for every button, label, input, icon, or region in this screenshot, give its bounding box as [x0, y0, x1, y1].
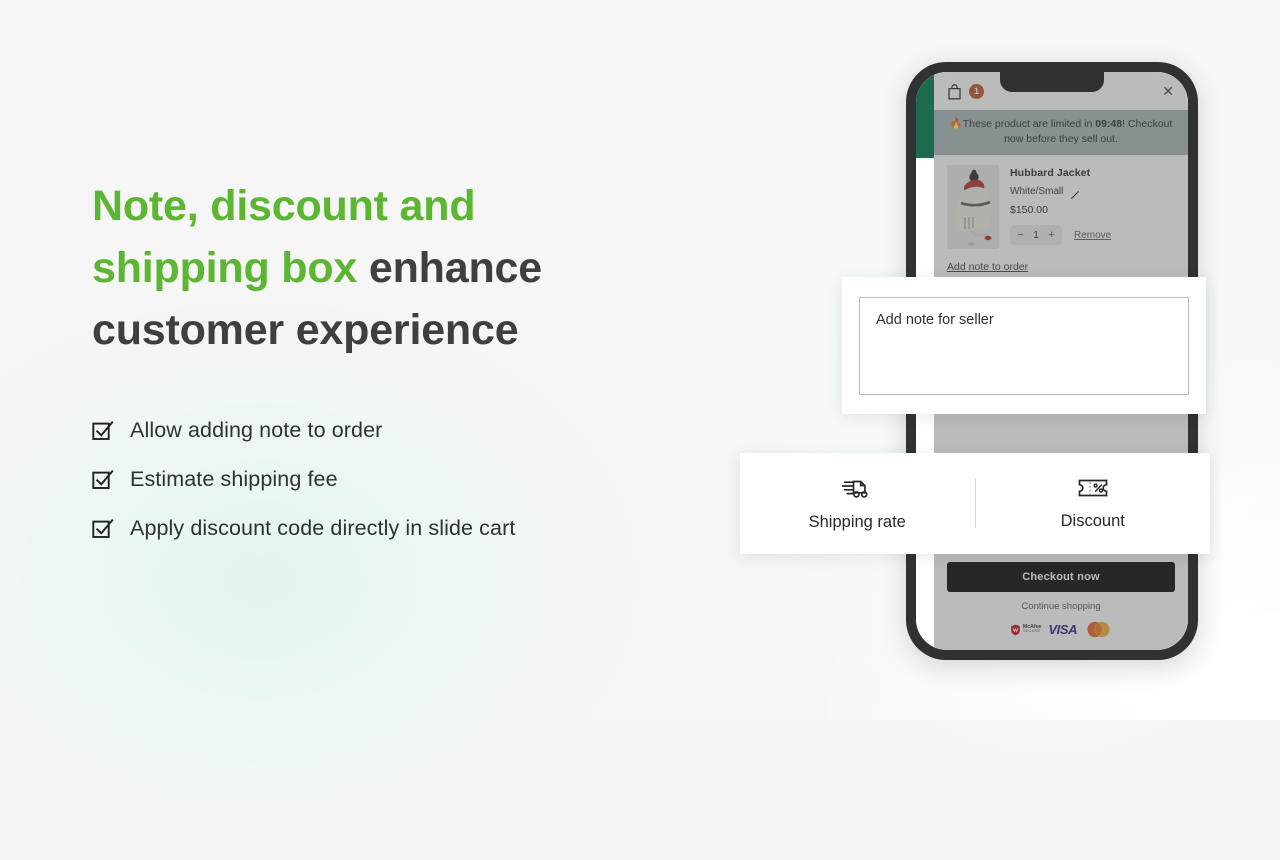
headline-highlight-line-2: shipping box: [92, 243, 358, 292]
page-title: Note, discount and shipping box enhance …: [92, 176, 692, 362]
discount-button[interactable]: Discount: [976, 453, 1211, 554]
list-item: Allow adding note to order: [92, 406, 692, 455]
shipping-discount-popup-card: Shipping rate Discount: [740, 453, 1210, 554]
headline-highlight-line-1: Note, discount and: [92, 182, 476, 230]
list-item-label: Estimate shipping fee: [130, 466, 338, 491]
feature-list: Allow adding note to order Estimate ship…: [92, 406, 692, 553]
coupon-percent-icon: [1077, 477, 1109, 499]
phone-notch: [1000, 72, 1104, 92]
list-item-label: Allow adding note to order: [130, 417, 383, 442]
store-page-accent-strip: [916, 72, 934, 158]
headline-rest-line-1: enhance: [368, 243, 542, 292]
checkbox-check-icon: [92, 469, 114, 491]
delivery-truck-icon: [840, 476, 874, 500]
list-item: Estimate shipping fee: [92, 455, 692, 504]
discount-label: Discount: [1060, 511, 1125, 530]
list-item: Apply discount code directly in slide ca…: [92, 504, 692, 553]
hero-text-column: Note, discount and shipping box enhance …: [92, 176, 692, 553]
checkbox-check-icon: [92, 518, 114, 540]
shipping-rate-label: Shipping rate: [808, 512, 906, 531]
note-placeholder-text: Add note for seller: [876, 311, 994, 328]
note-popup-card: Add note for seller: [842, 277, 1206, 414]
checkbox-check-icon: [92, 420, 114, 442]
shipping-rate-button[interactable]: Shipping rate: [740, 453, 975, 554]
list-item-label: Apply discount code directly in slide ca…: [130, 515, 516, 540]
note-textarea[interactable]: Add note for seller: [859, 296, 1189, 395]
headline-rest-line-2: customer experience: [92, 305, 519, 354]
